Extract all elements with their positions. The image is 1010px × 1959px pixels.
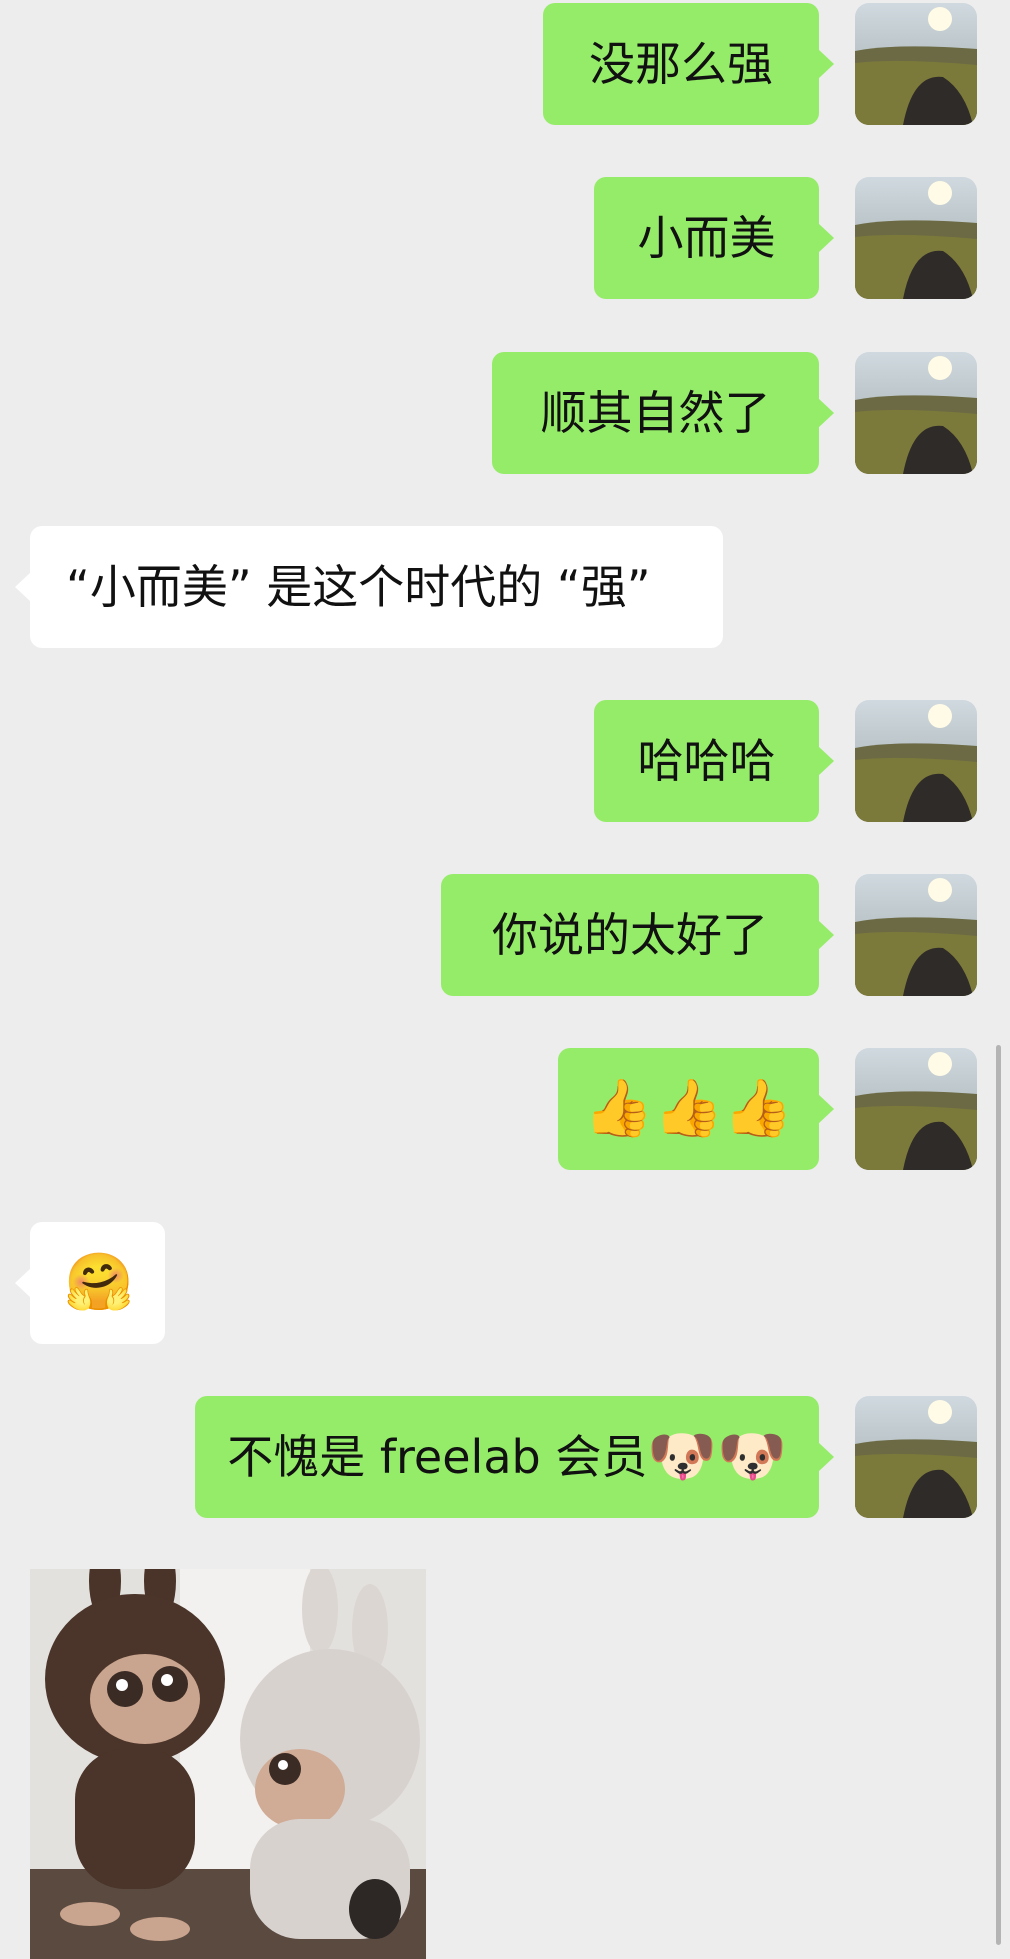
message-bubble[interactable]: 小而美 [594, 177, 834, 299]
plush-toys-photo [30, 1569, 426, 1959]
avatar[interactable] [855, 874, 977, 996]
avatar[interactable] [855, 177, 977, 299]
hug-emoji-icon: 🤗 [64, 1250, 134, 1315]
message-bubble[interactable]: 哈哈哈 [594, 700, 834, 822]
message-bubble[interactable]: 顺其自然了 [492, 352, 834, 474]
message-text: 小而美 [637, 211, 776, 265]
landscape-avatar-image [855, 874, 977, 996]
landscape-avatar-image [855, 177, 977, 299]
message-bubble[interactable]: 你说的太好了 [441, 874, 834, 996]
doge-icon: 🐶🐶 [647, 1424, 787, 1489]
avatar[interactable] [855, 1396, 977, 1518]
avatar[interactable] [855, 3, 977, 125]
message-bubble[interactable]: 没那么强 [543, 3, 834, 125]
message-text: 顺其自然了 [540, 386, 771, 440]
message-bubble[interactable]: 不愧是 freelab 会员 🐶🐶 [195, 1396, 834, 1518]
avatar[interactable] [855, 700, 977, 822]
landscape-avatar-image [855, 1396, 977, 1518]
message-bubble[interactable]: 👍👍👍 [558, 1048, 834, 1170]
avatar[interactable] [855, 352, 977, 474]
message-text: 不愧是 freelab 会员 [227, 1430, 648, 1484]
landscape-avatar-image [855, 700, 977, 822]
avatar[interactable] [855, 1048, 977, 1170]
thumbs-up-icon: 👍👍👍 [583, 1076, 794, 1141]
landscape-avatar-image [855, 352, 977, 474]
message-text: “小而美” 是这个时代的 “强” [66, 560, 651, 614]
landscape-avatar-image [855, 3, 977, 125]
message-bubble[interactable]: 🤗 [15, 1222, 165, 1344]
message-text: 你说的太好了 [492, 908, 768, 962]
chat-image-message[interactable] [30, 1569, 426, 1959]
message-text: 哈哈哈 [637, 734, 776, 788]
message-text: 没那么强 [589, 37, 773, 91]
message-bubble[interactable]: “小而美” 是这个时代的 “强” [15, 526, 723, 648]
landscape-avatar-image [855, 1048, 977, 1170]
scrollbar[interactable] [996, 1045, 1001, 1945]
